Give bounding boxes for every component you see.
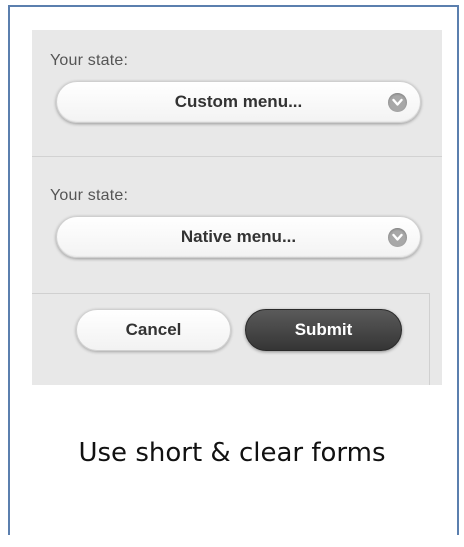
form-actions: Cancel Submit	[32, 293, 430, 385]
native-menu-select-value: Native menu...	[180, 227, 297, 246]
slide-caption: Use short & clear forms	[78, 438, 386, 468]
chevron-down-icon	[388, 228, 407, 247]
state-label-2: Your state:	[50, 187, 129, 204]
native-menu-select[interactable]: Native menu...	[56, 216, 421, 258]
state-label-1: Your state:	[50, 52, 129, 69]
custom-menu-select-value: Custom menu...	[174, 92, 303, 111]
submit-button[interactable]: Submit	[245, 309, 402, 351]
form-panel: Your state: Custom menu... Your state: N…	[32, 30, 442, 385]
cancel-button[interactable]: Cancel	[76, 309, 231, 351]
field-divider	[32, 156, 442, 157]
chevron-down-icon	[388, 93, 407, 112]
custom-menu-select[interactable]: Custom menu...	[56, 81, 421, 123]
